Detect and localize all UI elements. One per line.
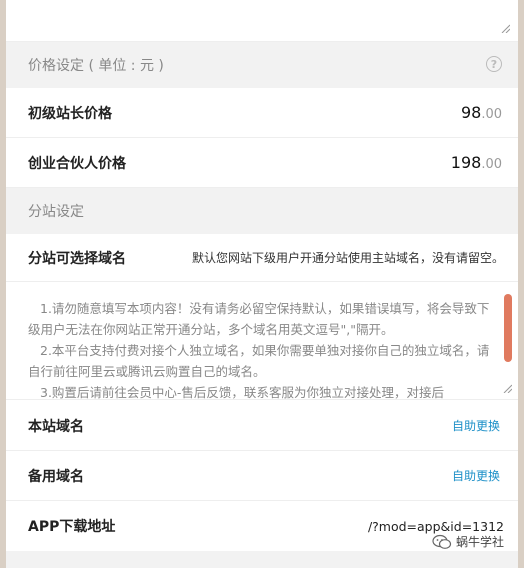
backup-domain-change-link[interactable]: 自助更换 [452, 467, 500, 484]
domain-select-hint: 默认您网站下级用户开通分站使用主站域名，没有请留空。 [191, 251, 504, 265]
junior-price-row[interactable]: 初级站长价格 98.00 [6, 88, 518, 138]
notice-line: 3.购置后请前往会员中心-售后反馈，联系客服为你独立对接处理，对接后 [40, 385, 444, 400]
watermark-text: 蜗牛学社 [455, 535, 504, 549]
backup-domain-row[interactable]: 备用域名 自助更换 [6, 451, 518, 501]
wechat-icon [432, 534, 452, 549]
settings-panel: 价格设定 ( 单位 : 元 ) ? 初级站长价格 98.00 创业合伙人价格 1… [6, 0, 518, 568]
watermark: 蜗牛学社 [432, 533, 504, 550]
junior-price-label: 初级站长价格 [28, 105, 112, 122]
notice-line: 1.请勿随意填写本项内容！没有请务必留空保持默认，如果错误填写，将会导致下级用户… [28, 301, 490, 337]
notice-line: 2.本平台支持付费对接个人独立域名，如果你需要单独对接你自己的独立域名，请自行前… [28, 343, 490, 379]
local-domain-change-link[interactable]: 自助更换 [452, 417, 500, 434]
junior-price-value[interactable]: 98.00 [461, 103, 502, 122]
previous-textarea[interactable] [6, 0, 518, 42]
pricing-section-title: 价格设定 ( 单位 : 元 ) [28, 58, 164, 74]
partner-price-value[interactable]: 198.00 [451, 153, 502, 172]
domain-select-row[interactable]: 分站可选择域名 默认您网站下级用户开通分站使用主站域名，没有请留空。 [6, 234, 518, 282]
substation-section-header: 分站设定 [6, 188, 518, 234]
domain-notice-textarea[interactable]: 1.请勿随意填写本项内容！没有请务必留空保持默认，如果错误填写，将会导致下级用户… [6, 282, 518, 400]
resize-grip-icon[interactable] [502, 383, 512, 393]
app-download-label: APP下载地址 [28, 519, 116, 535]
notice-text: 1.请勿随意填写本项内容！没有请务必留空保持默认，如果错误填写，将会导致下级用户… [28, 298, 494, 400]
help-icon[interactable]: ? [486, 56, 502, 72]
partner-price-row[interactable]: 创业合伙人价格 198.00 [6, 138, 518, 188]
partner-price-label: 创业合伙人价格 [28, 155, 126, 172]
pricing-section-header: 价格设定 ( 单位 : 元 ) ? [6, 42, 518, 88]
local-domain-label: 本站域名 [28, 418, 84, 435]
app-download-url[interactable]: /?mod=app&id=1312 [368, 519, 504, 534]
resize-grip-icon[interactable] [500, 23, 510, 33]
local-domain-row[interactable]: 本站域名 自助更换 [6, 401, 518, 451]
domain-select-label: 分站可选择域名 [28, 250, 126, 267]
backup-domain-label: 备用域名 [28, 468, 84, 485]
substation-section-title: 分站设定 [28, 204, 84, 220]
scrollbar-thumb[interactable] [504, 294, 512, 362]
bottom-section-strip [6, 551, 518, 568]
